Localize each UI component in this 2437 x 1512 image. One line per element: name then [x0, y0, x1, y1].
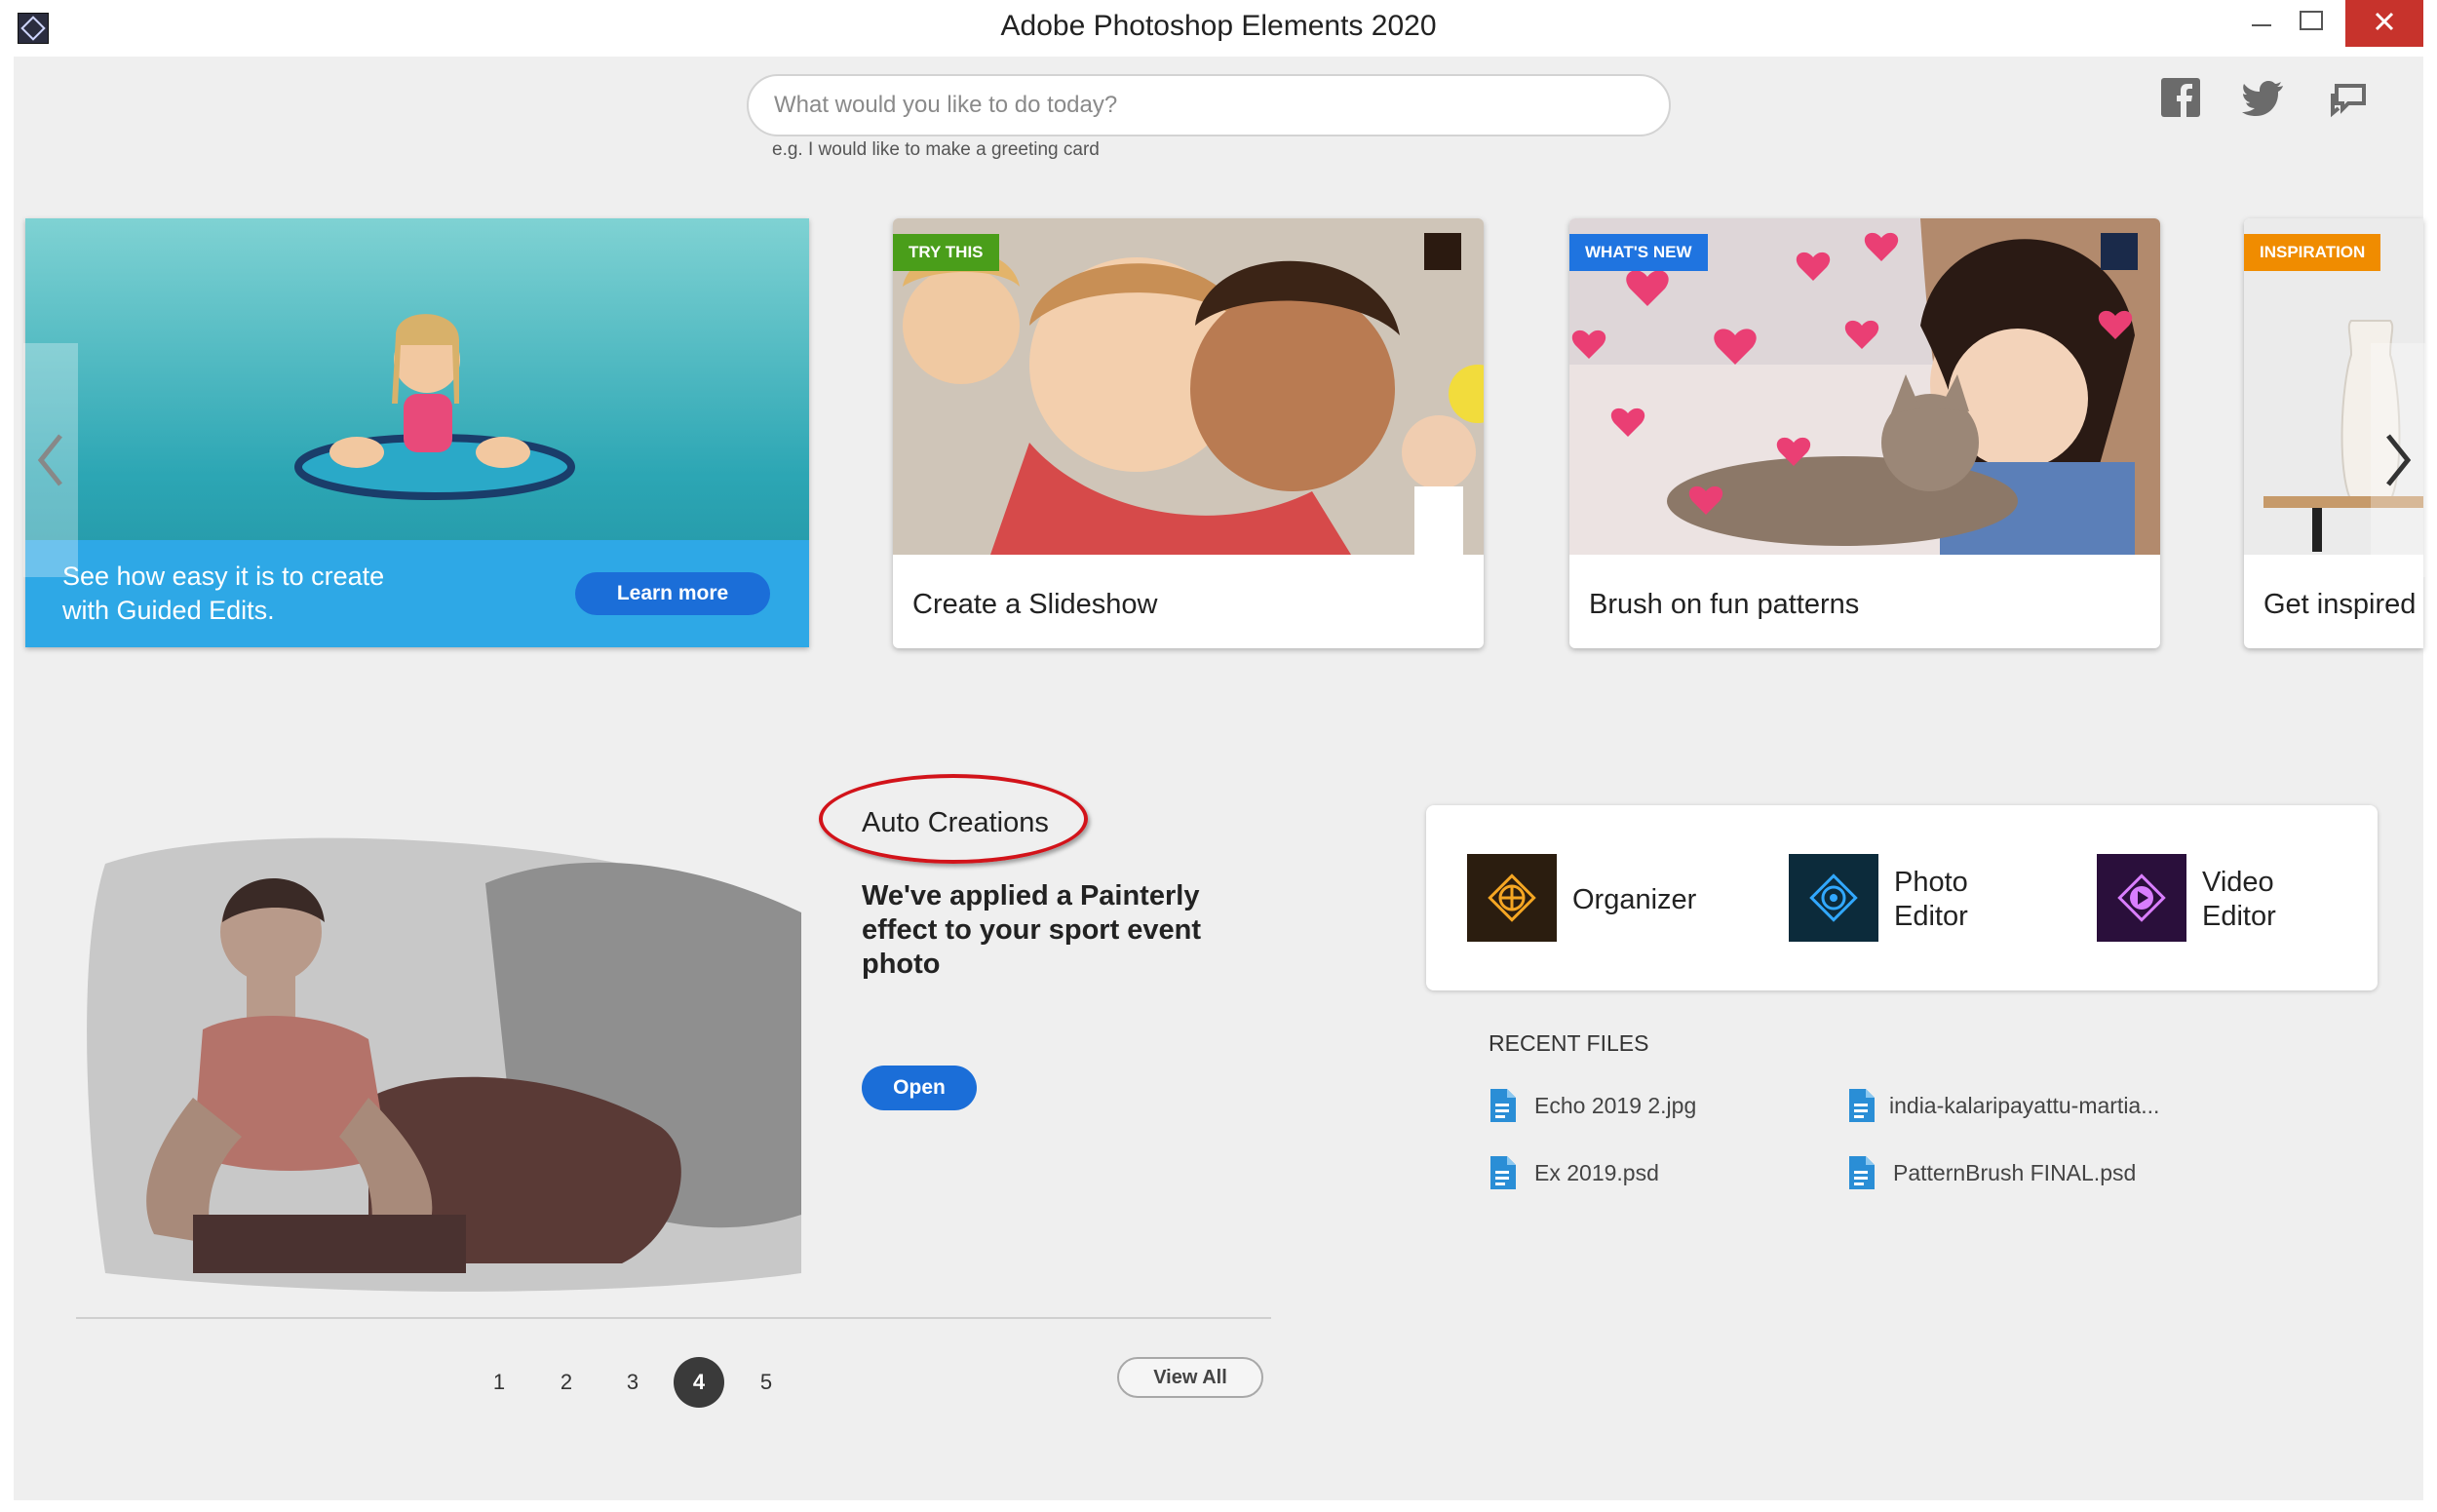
card-label: Brush on fun patterns — [1589, 589, 1860, 620]
page-4[interactable]: 4 — [674, 1357, 724, 1408]
search-box[interactable] — [747, 74, 1671, 136]
maximize-button[interactable] — [2277, 0, 2345, 47]
file-icon — [1849, 1156, 1875, 1189]
page-1[interactable]: 1 — [474, 1357, 524, 1408]
window-title: Adobe Photoshop Elements 2020 — [1000, 10, 1437, 42]
card-badge-whats-new: WHAT'S NEW — [1569, 234, 1708, 271]
open-button[interactable]: Open — [862, 1066, 977, 1110]
carousel-prev-button[interactable] — [23, 343, 78, 577]
file-icon — [1849, 1089, 1875, 1122]
photo-editor-icon — [1789, 854, 1878, 942]
video-editor-label: Video Editor — [2202, 867, 2276, 932]
view-all-button[interactable]: View All — [1117, 1357, 1263, 1398]
page-5[interactable]: 5 — [741, 1357, 792, 1408]
organizer-launcher[interactable]: Organizer — [1467, 854, 1740, 944]
chevron-left-icon — [37, 434, 62, 486]
recent-files-title: RECENT FILES — [1489, 1030, 1649, 1056]
page-2[interactable]: 2 — [541, 1357, 592, 1408]
file-icon — [1490, 1089, 1516, 1122]
organizer-label: Organizer — [1572, 884, 1697, 915]
learn-more-button[interactable]: Learn more — [575, 572, 770, 615]
search-input[interactable] — [774, 76, 1651, 135]
feedback-icon[interactable] — [2325, 74, 2374, 123]
auto-creation-photo — [76, 805, 801, 1304]
card-create-slideshow[interactable]: TRY THIS Create a Slideshow — [893, 218, 1484, 648]
close-button[interactable] — [2345, 0, 2423, 47]
video-editor-launcher[interactable]: Video Editor — [2097, 854, 2340, 944]
search-hint: e.g. I would like to make a greeting car… — [772, 139, 1100, 160]
recent-file-name: PatternBrush FINAL.psd — [1893, 1160, 2137, 1185]
organizer-icon — [1467, 854, 1557, 942]
auto-creations-description: We've applied a Painterly effect to your… — [862, 880, 1202, 980]
file-icon — [1490, 1156, 1516, 1189]
app-launcher-panel: Organizer Photo Editor Video Editor — [1426, 805, 2378, 990]
auto-creations-title: Auto Creations — [862, 807, 1049, 838]
recent-file-name: india-kalaripayattu-martia... — [1889, 1093, 2160, 1118]
card-badge-inspiration: INSPIRATION — [2244, 234, 2381, 271]
video-editor-icon — [2097, 854, 2186, 942]
photo-editor-launcher[interactable]: Photo Editor — [1789, 854, 2032, 944]
card-label: Get inspired d — [2263, 589, 2423, 620]
twitter-icon[interactable] — [2240, 74, 2289, 123]
chevron-right-icon — [2386, 434, 2412, 486]
card-brush-patterns[interactable]: WHAT'S NEW Brush on fun patterns — [1569, 218, 2160, 648]
divider — [76, 1317, 1271, 1319]
page-3[interactable]: 3 — [607, 1357, 658, 1408]
guided-edits-hero[interactable]: See how easy it is to create with Guided… — [25, 218, 809, 647]
recent-file-name: Ex 2019.psd — [1534, 1160, 1659, 1185]
card-label: Create a Slideshow — [912, 589, 1158, 620]
recent-file-name: Echo 2019 2.jpg — [1534, 1093, 1697, 1118]
card-badge-try-this: TRY THIS — [893, 234, 999, 271]
facebook-icon[interactable] — [2157, 74, 2206, 123]
carousel-next-button[interactable] — [2371, 343, 2425, 577]
close-icon — [2375, 12, 2394, 31]
photo-editor-label: Photo Editor — [1894, 867, 1968, 932]
hero-caption: See how easy it is to create with Guided… — [62, 562, 385, 625]
